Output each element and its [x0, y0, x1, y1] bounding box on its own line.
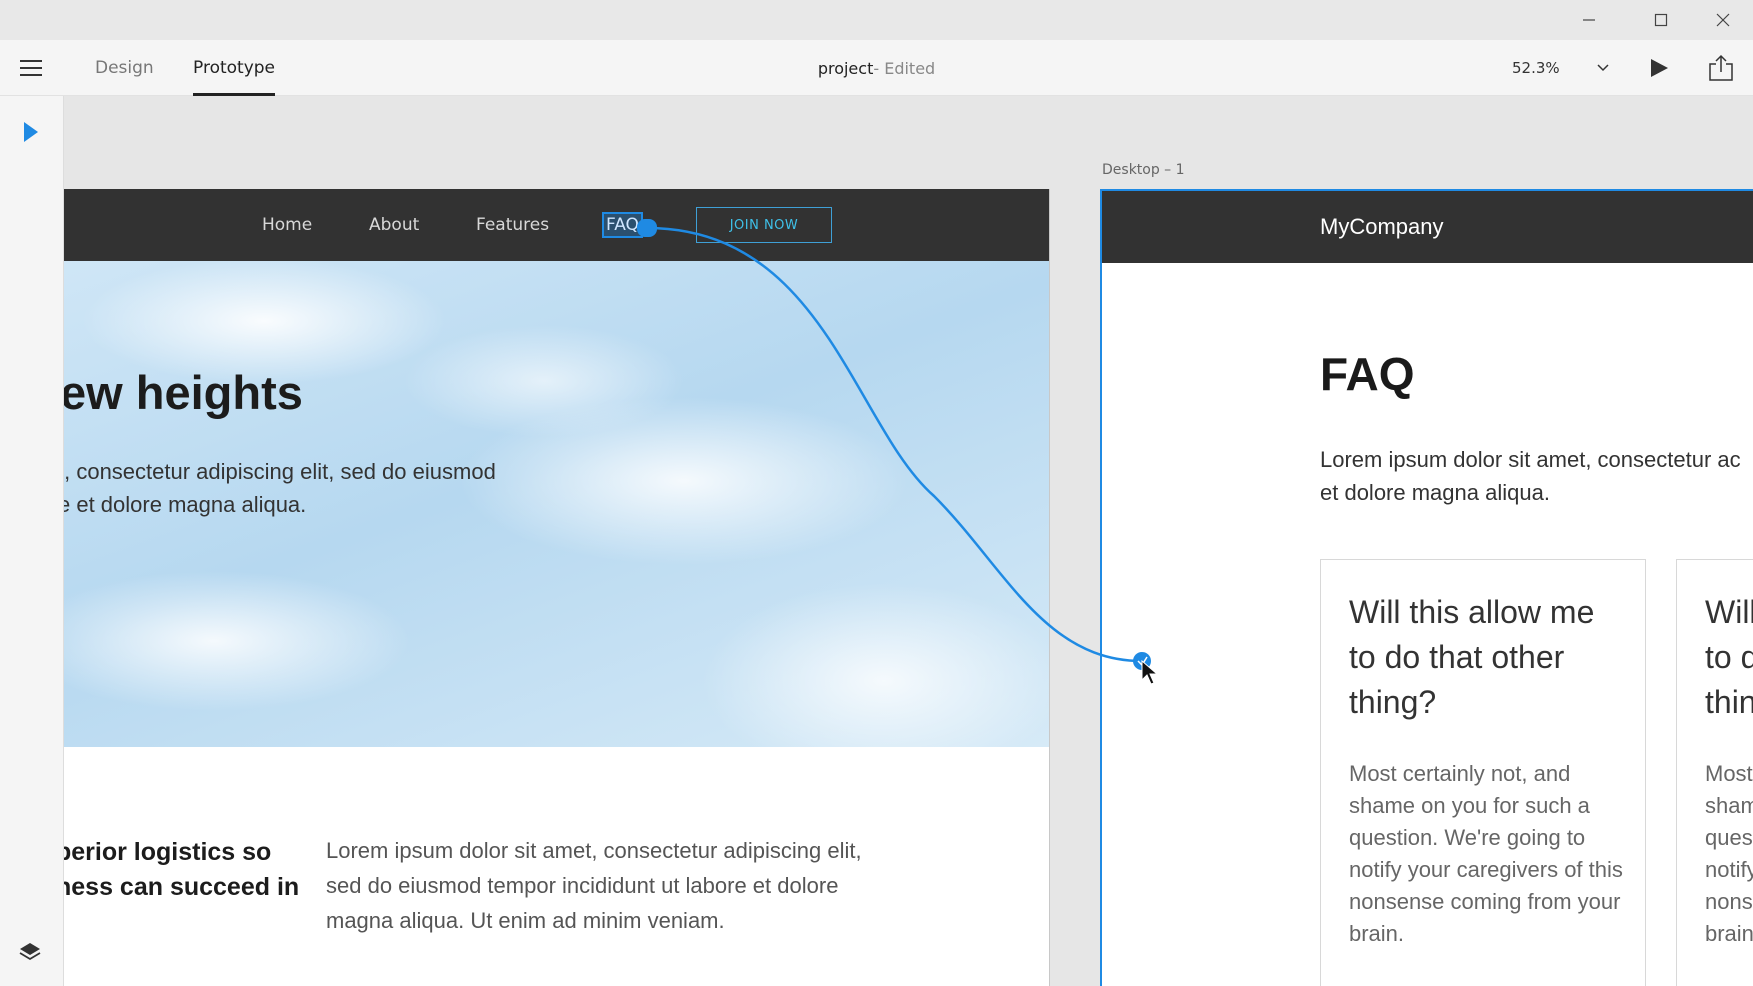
layers-icon [19, 943, 41, 961]
maximize-icon [1654, 13, 1668, 27]
doc-name: project [817, 58, 874, 78]
close-button[interactable] [1692, 0, 1753, 40]
design-canvas[interactable]: Home About Features FAQ JOIN NOW ew heig… [64, 96, 1753, 986]
share-icon [1709, 54, 1733, 81]
title-bar [0, 0, 1753, 40]
mouse-cursor-icon [1141, 660, 1159, 685]
maximize-button[interactable] [1630, 0, 1692, 40]
select-arrow-icon [24, 122, 38, 142]
close-icon [1716, 13, 1730, 27]
doc-status: - Edited [873, 58, 936, 78]
zoom-dropdown[interactable]: 52.3% [1512, 40, 1610, 96]
minimize-button[interactable] [1558, 0, 1620, 40]
prototype-link-wire[interactable] [64, 96, 1753, 986]
layers-button[interactable] [18, 940, 42, 964]
document-title: project - Edited [0, 40, 1753, 96]
play-icon [1651, 59, 1668, 77]
select-tool[interactable] [20, 120, 42, 144]
left-toolbar [0, 96, 64, 986]
app-bar: Design Prototype project - Edited 52.3% [0, 40, 1753, 96]
preview-play-button[interactable] [1648, 56, 1670, 80]
wire-start-handle[interactable] [637, 219, 657, 237]
share-button[interactable] [1708, 54, 1734, 82]
chevron-down-icon [1597, 64, 1609, 72]
minimize-icon [1583, 19, 1595, 21]
zoom-value: 52.3% [1512, 59, 1560, 77]
